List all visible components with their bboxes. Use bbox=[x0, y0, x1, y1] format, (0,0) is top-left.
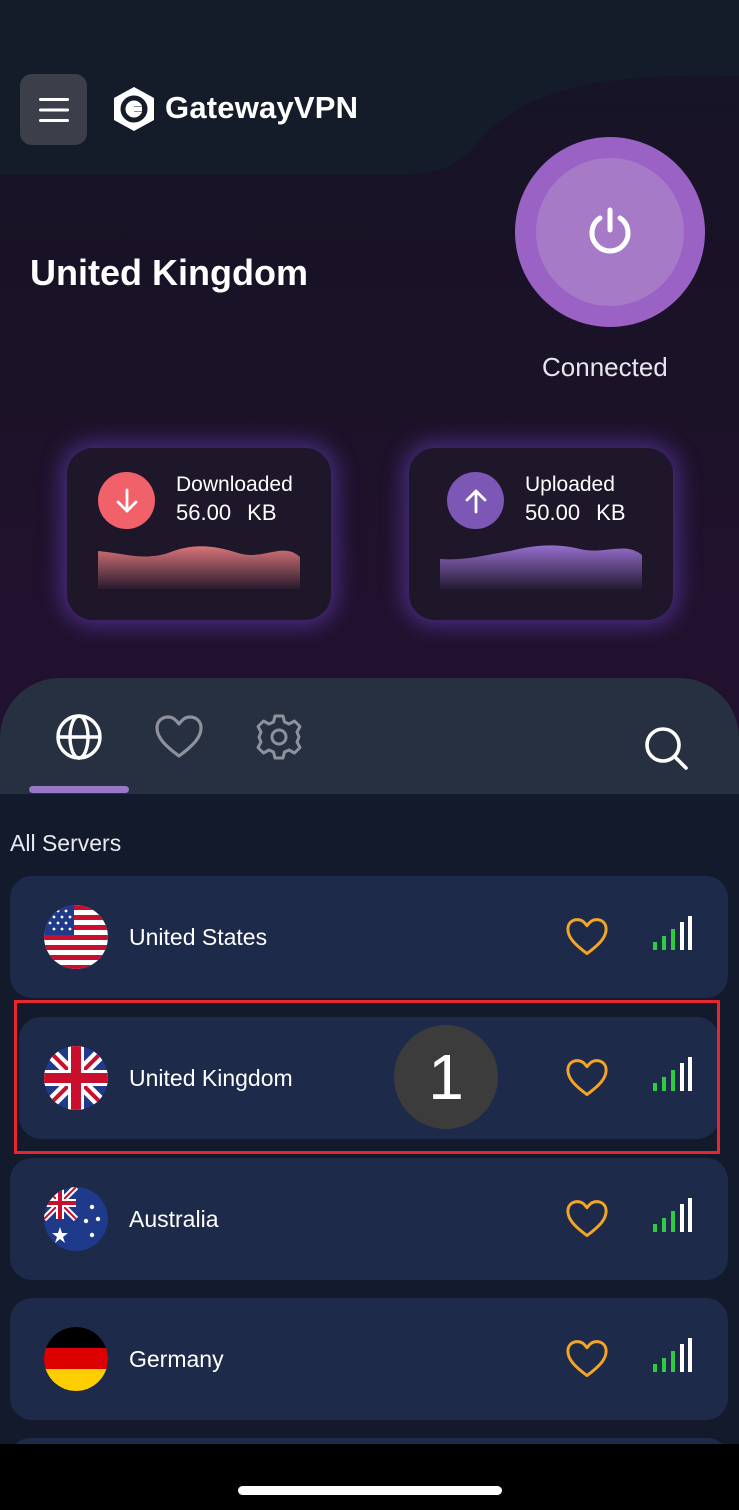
server-name: Germany bbox=[129, 1346, 224, 1372]
app-title: GatewayVPN bbox=[165, 90, 359, 125]
australia-flag-icon bbox=[44, 1187, 108, 1251]
uk-flag-icon bbox=[44, 1046, 108, 1110]
tab-all-servers[interactable] bbox=[52, 710, 106, 764]
server-name: United States bbox=[129, 924, 268, 950]
home-bar-area bbox=[0, 1444, 739, 1510]
upload-wave-graph bbox=[440, 545, 642, 589]
signal-strength-icon bbox=[653, 1057, 692, 1091]
heart-icon bbox=[566, 918, 608, 955]
signal-strength-icon bbox=[653, 1198, 692, 1232]
server-name: Australia bbox=[129, 1206, 219, 1232]
tab-settings[interactable] bbox=[252, 710, 306, 764]
heart-icon bbox=[566, 1200, 608, 1237]
menu-button[interactable] bbox=[20, 74, 87, 145]
upload-stat-card: Uploaded 50.00 KB bbox=[409, 448, 673, 620]
server-item-united-states[interactable]: United States bbox=[10, 876, 728, 998]
upload-label: Uploaded bbox=[525, 473, 615, 496]
connection-hero: GatewayVPN United Kingdom Connected Down… bbox=[0, 0, 739, 760]
power-button[interactable] bbox=[515, 137, 705, 327]
tab-bar bbox=[0, 678, 739, 794]
heart-icon bbox=[566, 1340, 608, 1377]
globe-icon bbox=[56, 714, 102, 760]
download-icon-circle bbox=[98, 472, 155, 529]
search-icon bbox=[645, 727, 688, 770]
gear-icon bbox=[256, 714, 302, 760]
favorite-button[interactable] bbox=[563, 1195, 611, 1243]
section-heading: All Servers bbox=[10, 830, 122, 856]
connected-country-title: United Kingdom bbox=[30, 252, 308, 293]
server-item-germany[interactable]: Germany bbox=[10, 1298, 728, 1420]
active-tab-indicator bbox=[29, 786, 129, 793]
favorite-button[interactable] bbox=[563, 1054, 611, 1102]
signal-strength-icon bbox=[653, 1338, 692, 1372]
download-label: Downloaded bbox=[176, 473, 293, 496]
heart-icon bbox=[566, 1059, 608, 1096]
upload-icon-circle bbox=[447, 472, 504, 529]
us-flag-icon bbox=[44, 905, 108, 969]
favorite-button[interactable] bbox=[563, 913, 611, 961]
favorite-button[interactable] bbox=[563, 1335, 611, 1383]
connection-status: Connected bbox=[542, 352, 668, 382]
power-button-inner bbox=[536, 158, 684, 306]
home-indicator[interactable] bbox=[238, 1486, 502, 1495]
signal-strength-icon bbox=[653, 916, 692, 950]
app-screen: GatewayVPN United Kingdom Connected Down… bbox=[0, 0, 739, 1510]
upload-value: 50.00 KB bbox=[525, 500, 626, 525]
tab-favorites[interactable] bbox=[152, 710, 206, 764]
server-item-united-kingdom[interactable]: United Kingdom bbox=[19, 1017, 719, 1139]
step-badge: 1 bbox=[394, 1025, 498, 1129]
download-wave-graph bbox=[98, 546, 300, 589]
heart-icon bbox=[155, 715, 203, 758]
arrow-down-icon bbox=[116, 488, 137, 512]
arrow-up-icon bbox=[465, 489, 486, 513]
download-stat-card: Downloaded 56.00 KB bbox=[67, 448, 331, 620]
power-icon bbox=[589, 207, 631, 254]
hamburger-icon bbox=[38, 97, 69, 122]
search-button[interactable] bbox=[638, 720, 694, 776]
download-value: 56.00 KB bbox=[176, 500, 277, 525]
germany-flag-icon bbox=[44, 1327, 108, 1391]
server-name: United Kingdom bbox=[129, 1065, 293, 1091]
server-item-australia[interactable]: Australia bbox=[10, 1158, 728, 1280]
gateway-logo-icon bbox=[114, 87, 154, 131]
